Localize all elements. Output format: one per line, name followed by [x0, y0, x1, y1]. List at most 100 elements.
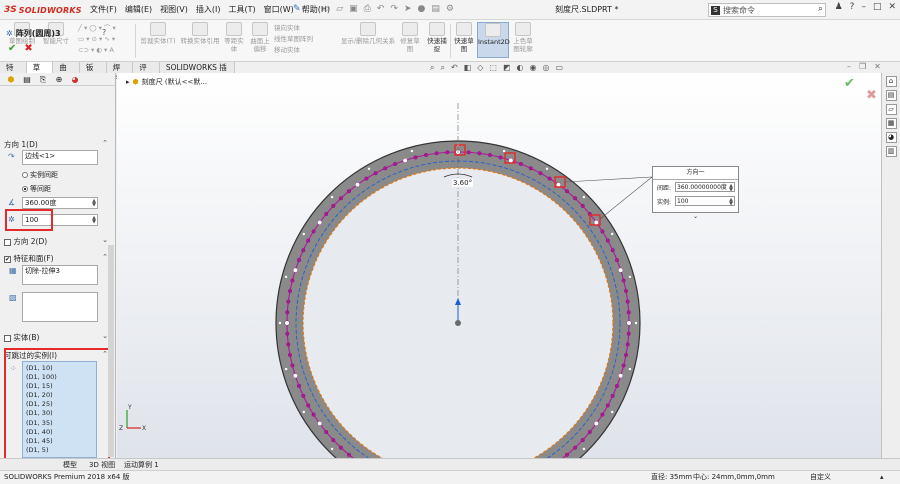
tab-sheet-metal[interactable]: 钣金	[79, 62, 107, 83]
display-manager-tab-icon[interactable]: ◕	[68, 74, 82, 85]
bodies-checkbox[interactable]	[4, 334, 11, 342]
display-style-icon[interactable]: ◩	[503, 63, 511, 73]
options-icon[interactable]: ⚙	[446, 4, 454, 14]
instance-spacing-option[interactable]: 实例间距	[22, 170, 58, 180]
rapid-sketch-button[interactable]: 快速草图	[452, 22, 476, 53]
offset-entities-button[interactable]: 等距实体	[222, 22, 246, 53]
home-icon[interactable]: ⌂	[310, 4, 316, 14]
help-question-icon[interactable]: ?	[102, 28, 106, 37]
tab-evaluate[interactable]: 评估	[133, 62, 160, 83]
menu-insert[interactable]: 插入(I)	[192, 4, 225, 16]
previous-view-icon[interactable]: ↶	[451, 63, 458, 73]
rebuild-icon[interactable]: ●	[418, 4, 426, 14]
tab-model[interactable]: 模型	[60, 460, 80, 470]
tab-addins[interactable]: SOLIDWORKS 插件	[159, 62, 236, 83]
user-icon[interactable]: ♟	[835, 2, 843, 12]
appearances-icon[interactable]: ◕	[885, 132, 897, 143]
menu-view[interactable]: 视图(V)	[156, 4, 192, 16]
feature-manager-tab-icon[interactable]: ⬢	[4, 74, 18, 85]
callout-count-input[interactable]: 100 ▲ ▼	[675, 196, 735, 207]
tab-3d-views[interactable]: 3D 视图	[86, 460, 118, 470]
panel-scrollbar[interactable]	[108, 245, 114, 457]
pin-menu-icon[interactable]: ✎	[293, 4, 301, 14]
mirror-entities-button[interactable]: 镜向实体	[274, 24, 300, 33]
cancel-button[interactable]: ✖	[24, 43, 32, 54]
axis-edge-field[interactable]: 边线<1>	[22, 150, 98, 165]
slot-tools[interactable]: ⊂⊃ ▾ ◐ ▾ A	[78, 46, 114, 55]
doc-minimize-icon[interactable]: –	[847, 62, 851, 71]
command-search-input[interactable]: S 搜索命令 ⌕	[708, 3, 826, 17]
linear-pattern-button[interactable]: 线性草图阵列	[274, 35, 313, 44]
redo-icon[interactable]: ↷	[390, 4, 398, 14]
instance-spacing-radio[interactable]	[22, 172, 28, 178]
rectangle-tools[interactable]: ▭ ▾ ⊙ ▾ ∿ ▾	[78, 35, 115, 44]
undo-icon[interactable]: ↶	[377, 4, 385, 14]
spin-arrows-icon[interactable]: ▲ ▼	[92, 216, 96, 225]
save-icon[interactable]: ▣	[349, 4, 358, 14]
graphics-area[interactable]: Y X Z 3.60°	[117, 73, 881, 458]
trim-entities-button[interactable]: 剪裁实体(T)	[140, 22, 176, 45]
reverse-direction-icon[interactable]: ↷	[8, 152, 15, 161]
angle-input[interactable]: 360.00度 ▲ ▼	[22, 197, 98, 209]
tab-sketch[interactable]: 草图	[26, 62, 54, 83]
callout-collapse-icon[interactable]: ⌄	[693, 213, 698, 220]
select-icon[interactable]: ➤	[404, 4, 412, 14]
ok-button[interactable]: ✔	[8, 43, 16, 54]
home-resources-icon[interactable]: ⌂	[885, 76, 897, 87]
faces-list[interactable]	[22, 292, 98, 322]
search-icon[interactable]: ⌕	[818, 4, 823, 14]
menu-tools[interactable]: 工具(T)	[224, 4, 259, 16]
tab-features[interactable]: 特征	[0, 62, 27, 83]
tab-motion-study[interactable]: 运动算例 1	[121, 460, 162, 470]
view-orientation-icon[interactable]: ⬚	[489, 63, 497, 73]
file-explorer-icon[interactable]: ▱	[885, 104, 897, 115]
confirm-corner-cancel-icon[interactable]: ✖	[866, 88, 877, 103]
move-entities-button[interactable]: 移动实体	[274, 46, 300, 55]
features-list-item[interactable]: 切除-拉伸3	[25, 267, 60, 275]
tab-surfaces[interactable]: 曲面	[53, 62, 80, 83]
feature-manager-flyout[interactable]: ▸ ⬢ 刻度尺 (默认<<默...	[126, 77, 207, 87]
solidworks-logo[interactable]: 3S SOLIDWORKS	[4, 3, 82, 17]
features-list[interactable]: 切除-拉伸3	[22, 265, 98, 285]
dimxpert-tab-icon[interactable]: ⊕	[52, 74, 66, 85]
instant2d-button[interactable]: Instant2D	[477, 22, 510, 58]
minimize-icon[interactable]: –	[861, 2, 866, 12]
new-document-icon[interactable]: ▭	[322, 4, 331, 14]
section-view-icon[interactable]: ◧	[464, 63, 472, 73]
file-properties-icon[interactable]: ▤	[431, 4, 440, 14]
help-icon[interactable]: ?	[850, 2, 855, 12]
maximize-icon[interactable]: □	[873, 2, 882, 12]
expand-arrow-icon[interactable]: ▸	[126, 78, 130, 86]
shaded-sketch-contours-button[interactable]: 上色草图轮廓	[511, 22, 535, 53]
design-library-icon[interactable]: ▤	[885, 90, 897, 101]
bodies-header[interactable]: 实体(B) ⌄	[4, 332, 108, 343]
display-relations-button[interactable]: 显示/删除几何关系	[340, 22, 396, 45]
zoom-area-icon[interactable]: ⌕	[440, 63, 444, 73]
convert-entities-button[interactable]: 转换实体引用	[178, 22, 222, 45]
spin-arrows-icon[interactable]: ▲ ▼	[729, 198, 733, 207]
equal-spacing-radio[interactable]	[22, 186, 28, 192]
features-header[interactable]: ✔ 特征和面(F) ⌃	[4, 253, 108, 264]
tab-weldments[interactable]: 焊件	[106, 62, 134, 83]
menu-edit[interactable]: 编辑(E)	[121, 4, 156, 16]
spin-arrows-icon[interactable]: ▲ ▼	[729, 184, 733, 193]
direction2-checkbox[interactable]	[4, 238, 11, 246]
hide-show-icon[interactable]: ◐	[517, 63, 524, 73]
repair-sketch-button[interactable]: 修复草图	[398, 22, 422, 53]
custom-properties-icon[interactable]: ▥	[885, 146, 897, 157]
view-settings-icon[interactable]: ▭	[555, 63, 563, 73]
direction1-header[interactable]: 方向 1(D) ⌃	[4, 139, 108, 150]
dynamic-annotation-icon[interactable]: ◇	[477, 63, 483, 73]
direction2-header[interactable]: 方向 2(D) ⌄	[4, 236, 108, 247]
view-palette-icon[interactable]: ▦	[885, 118, 897, 129]
zoom-fit-icon[interactable]: ⌕	[430, 63, 434, 73]
edit-appearance-icon[interactable]: ◉	[530, 63, 537, 73]
confirm-corner-ok-icon[interactable]: ✔	[844, 76, 855, 91]
callout-spacing-input[interactable]: 360.00000000度 ▲ ▼	[675, 182, 735, 193]
chevron-down-icon[interactable]: ⌄	[102, 236, 108, 244]
open-folder-icon[interactable]: ▱	[336, 4, 343, 14]
status-arrow-icon[interactable]: ▴	[880, 471, 884, 484]
quick-snaps-button[interactable]: 快速捕捉	[425, 22, 449, 53]
close-icon[interactable]: ✕	[888, 2, 896, 12]
chevron-up-icon[interactable]: ⌃	[102, 139, 108, 147]
